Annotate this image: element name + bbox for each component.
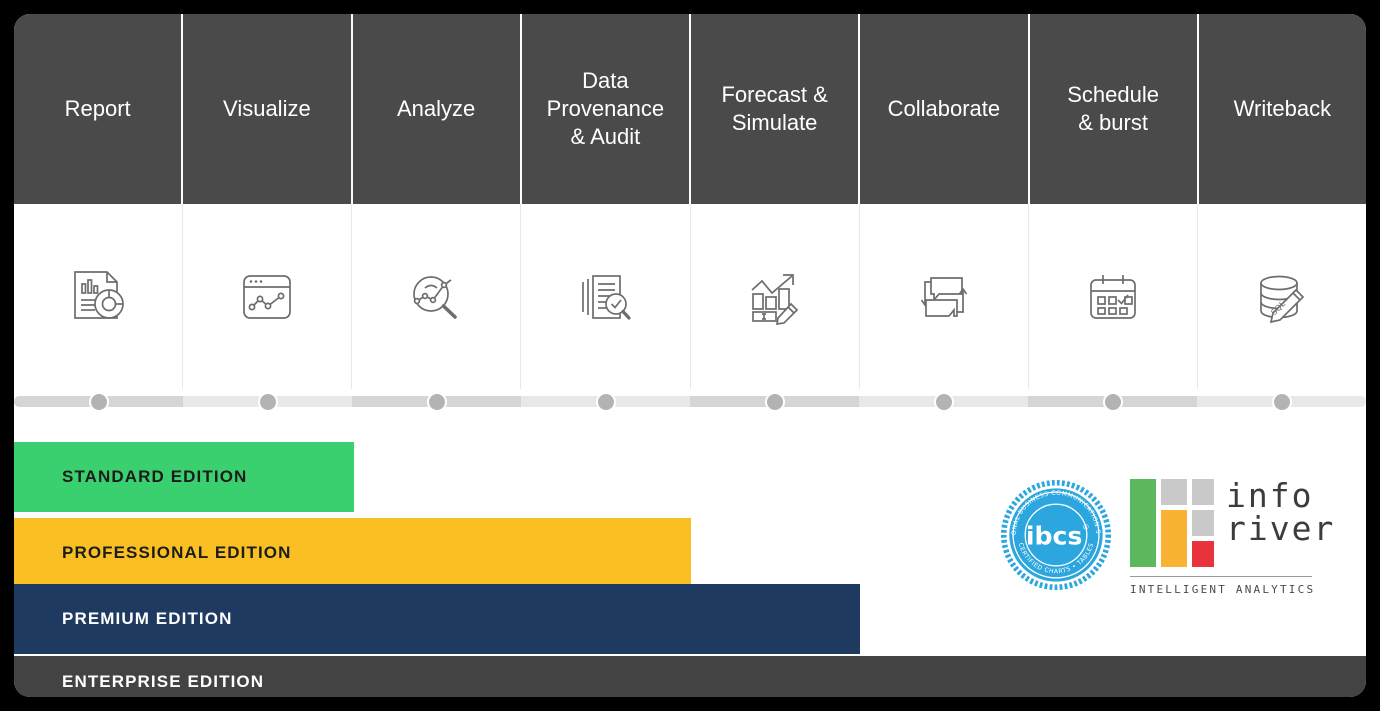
inforiver-wordmark: info river <box>1226 479 1335 545</box>
feature-matrix-card: Report Visualize Analyze Data Provenance… <box>14 14 1366 697</box>
icon-cell-collaborate <box>860 204 1029 389</box>
inforiver-tagline: INTELLIGENT ANALYTICS <box>1130 582 1316 596</box>
timeline-dot-cell <box>859 389 1028 425</box>
logo-square-gray <box>1161 478 1187 505</box>
ibcs-certification-badge: INTERNATIONAL BUSINESS COMMUNICATION STA… <box>997 474 1112 591</box>
icon-cell-writeback: SQL <box>1198 204 1366 389</box>
timeline-dot-cell <box>352 389 521 425</box>
bar-chart-trend-pencil-icon <box>744 266 806 328</box>
column-header-visualize: Visualize <box>183 14 353 204</box>
icon-cell-visualize <box>183 204 353 389</box>
database-sql-pencil-icon: SQL <box>1251 266 1313 328</box>
logo-square-gray <box>1192 509 1214 536</box>
logo-square-amber <box>1161 509 1187 567</box>
timeline-dots <box>14 389 1366 425</box>
calendar-check-icon <box>1082 266 1144 328</box>
feature-header-row: Report Visualize Analyze Data Provenance… <box>14 14 1366 204</box>
edition-label-premium: PREMIUM EDITION <box>62 609 233 628</box>
ibcs-registered-mark: ® <box>1082 522 1089 531</box>
logo-square-green <box>1130 478 1156 567</box>
edition-bar-enterprise: ENTERPRISE EDITION <box>14 656 1366 697</box>
timeline-dot-icon <box>1271 392 1292 412</box>
timeline-dot-icon <box>764 392 785 412</box>
inforiver-square-mark <box>1130 478 1214 567</box>
magnifier-line-chart-icon <box>405 266 467 328</box>
inforiver-mark-and-words: info river <box>1130 478 1335 567</box>
timeline-dot-icon <box>88 392 109 412</box>
timeline-dot-cell <box>690 389 859 425</box>
speech-bubbles-cycle-icon <box>913 266 975 328</box>
timeline-dot-icon <box>1102 392 1123 412</box>
column-header-writeback: Writeback <box>1233 96 1332 121</box>
timeline-dot-cell <box>1197 389 1366 425</box>
column-header-analyze: Analyze <box>353 14 522 204</box>
edition-bar-standard: STANDARD EDITION <box>14 442 354 512</box>
timeline-dot-icon <box>257 392 278 412</box>
icon-cell-data-provenance <box>521 204 691 389</box>
edition-label-professional: PROFESSIONAL EDITION <box>62 543 292 562</box>
report-chart-document-icon <box>67 266 129 328</box>
timeline-dot-cell <box>521 389 690 425</box>
edition-bar-premium: PREMIUM EDITION <box>14 584 860 654</box>
icon-cell-report <box>14 204 184 389</box>
logo-square-red <box>1192 540 1214 567</box>
column-header-data-provenance: Data Provenance & Audit <box>522 14 691 204</box>
ibcs-wordmark: ibcs <box>1026 521 1083 550</box>
column-header-collaborate: Collaborate <box>860 14 1030 204</box>
feature-icon-row: SQL <box>14 204 1366 389</box>
icon-cell-forecast <box>691 204 860 389</box>
icon-cell-analyze <box>352 204 522 389</box>
documents-magnifier-check-icon <box>574 266 636 328</box>
timeline-dot-cell <box>1028 389 1197 425</box>
edition-label-standard: STANDARD EDITION <box>62 467 248 486</box>
inforiver-divider <box>1130 575 1312 577</box>
column-header-forecast: Forecast & Simulate <box>691 14 861 204</box>
timeline-dot-icon <box>595 392 616 412</box>
logo-square-gray <box>1192 478 1214 505</box>
timeline-dot-icon <box>933 392 954 412</box>
logo-block: INTERNATIONAL BUSINESS COMMUNICATION STA… <box>997 465 1340 605</box>
icon-cell-schedule <box>1029 204 1198 389</box>
inforiver-word-river: river <box>1226 508 1336 548</box>
timeline-dot-icon <box>426 392 447 412</box>
timeline-dot-cell <box>183 389 352 425</box>
inforiver-logo: info river INTELLIGENT ANALYTICS <box>1130 475 1335 596</box>
timeline-dot-cell <box>14 389 183 425</box>
column-header-report: Report <box>14 14 184 204</box>
edition-label-enterprise: ENTERPRISE EDITION <box>62 672 265 691</box>
edition-timeline <box>14 389 1366 425</box>
browser-line-chart-icon <box>236 266 298 328</box>
column-header-schedule: Schedule & burst <box>1030 14 1199 204</box>
inforiver-word-info: info <box>1226 475 1314 515</box>
edition-bar-professional: PROFESSIONAL EDITION <box>14 518 691 588</box>
